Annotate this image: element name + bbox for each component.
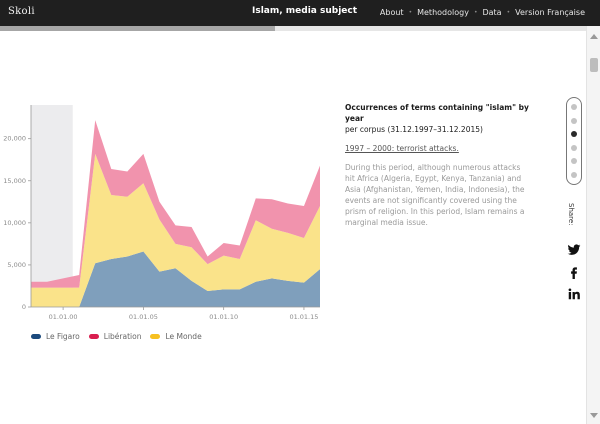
legend-label: Le Monde [165, 332, 202, 341]
highlighted-period-band [31, 105, 73, 307]
legend-swatch [88, 334, 99, 339]
nav-link-french-version[interactable]: Version Française [515, 8, 585, 17]
stepper-dot-1[interactable] [571, 104, 577, 110]
legend-label: Libération [103, 332, 142, 341]
y-tick-label: 20,000 [3, 135, 26, 143]
chart-legend: Le Figaro Libération Le Monde [31, 332, 211, 341]
share-label: Share: [567, 203, 575, 226]
chart-description-panel: Occurrences of terms containing "islam" … [345, 102, 529, 228]
period-link[interactable]: 1997 – 2000: terrorist attacks. [345, 144, 529, 153]
x-tick-label: 01.01.00 [49, 313, 78, 321]
y-tick-label: 5,000 [7, 261, 26, 269]
vertical-scrollbar[interactable] [586, 26, 600, 424]
nav-link-about[interactable]: About [380, 8, 404, 17]
legend-item-le-figaro[interactable]: Le Figaro [31, 332, 80, 341]
nav-link-methodology[interactable]: Methodology [417, 8, 469, 17]
y-tick-label: 0 [22, 303, 26, 311]
legend-label: Le Figaro [46, 332, 80, 341]
site-logo[interactable]: Skoli [8, 6, 35, 17]
x-tick-label: 01.01.05 [129, 313, 158, 321]
stepper-dot-6[interactable] [571, 171, 577, 178]
main-nav: About • Methodology • Data • Version Fra… [380, 8, 585, 17]
legend-item-le-monde[interactable]: Le Monde [150, 332, 202, 341]
linkedin-icon[interactable] [567, 287, 581, 301]
nav-separator: • [408, 9, 413, 16]
stepper-dot-2[interactable] [571, 117, 577, 124]
occurrences-area-chart: 0 5,000 10,000 15,000 20,000 01.01.00 01.01.05… [3, 105, 320, 321]
top-navigation-bar: Skoli Islam, media subject About • Metho… [0, 0, 600, 26]
scroll-down-arrow-icon[interactable] [590, 413, 598, 418]
legend-item-liberation[interactable]: Libération [88, 332, 142, 341]
x-tick-label: 01.01.15 [289, 313, 318, 321]
legend-swatch [150, 334, 161, 339]
twitter-icon[interactable] [567, 243, 581, 257]
nav-separator: • [473, 9, 478, 16]
stepper-dot-4[interactable] [571, 144, 577, 151]
stepper-dot-3[interactable] [571, 131, 577, 137]
facebook-icon[interactable] [567, 265, 581, 279]
y-tick-label: 10,000 [3, 219, 26, 227]
nav-separator: • [506, 9, 511, 16]
nav-link-data[interactable]: Data [482, 8, 501, 17]
y-tick-label: 15,000 [3, 177, 26, 185]
scrollbar-thumb[interactable] [590, 58, 598, 72]
period-description: During this period, although numerous at… [345, 163, 525, 227]
reading-progress-bar [0, 26, 586, 31]
reading-progress-fill [0, 26, 276, 31]
scroll-up-arrow-icon[interactable] [590, 34, 598, 39]
legend-swatch [31, 334, 41, 339]
chart-period-range: per corpus (31.12.1997–31.12.2015) [345, 125, 483, 134]
chart-heading: Occurrences of terms containing "islam" … [345, 103, 529, 123]
section-stepper [566, 97, 582, 185]
x-tick-label: 01.01.10 [209, 313, 238, 321]
stepper-dot-5[interactable] [571, 158, 577, 164]
page-title: Islam, media subject [252, 6, 358, 16]
